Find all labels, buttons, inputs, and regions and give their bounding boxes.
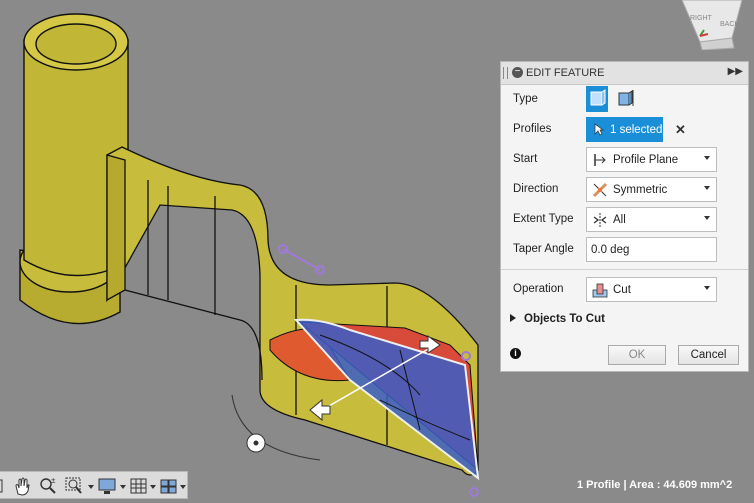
operation-value: Cut [613, 283, 631, 296]
row-taper-angle: Taper Angle 0.0 deg [501, 235, 748, 265]
panel-header[interactable]: − EDIT FEATURE ▶▶ [501, 62, 748, 85]
profiles-value: 1 selected [610, 123, 663, 136]
zoom-window-icon[interactable] [64, 476, 94, 496]
extent-value: All [613, 213, 626, 226]
info-icon[interactable]: i [510, 348, 521, 359]
row-direction: Direction Symmetric [501, 175, 748, 205]
taper-angle-label: Taper Angle [513, 243, 574, 255]
cursor-arrow-icon [594, 123, 604, 136]
chevron-down-icon [704, 186, 710, 190]
extent-type-label: Extent Type [513, 213, 574, 225]
viewcube-right-label: RIGHT [690, 15, 713, 22]
viewports-icon[interactable] [160, 476, 186, 496]
divider [501, 269, 748, 270]
svg-text:±: ± [51, 476, 56, 485]
chevron-down-icon [704, 286, 710, 290]
type-two-sides-button[interactable] [614, 86, 636, 112]
row-operation: Operation Cut [501, 275, 748, 305]
panel-title: EDIT FEATURE [526, 67, 605, 79]
expand-panel-icon[interactable]: ▶▶ [728, 66, 743, 77]
start-value: Profile Plane [613, 153, 679, 166]
extent-type-dropdown[interactable]: All [586, 207, 717, 232]
objects-to-cut-label: Objects To Cut [524, 313, 605, 325]
chevron-down-icon [180, 485, 186, 489]
start-label: Start [513, 153, 538, 165]
row-type: Type [501, 85, 748, 115]
chevron-down-icon [150, 485, 156, 489]
direction-dropdown[interactable]: Symmetric [586, 177, 717, 202]
direction-label: Direction [513, 183, 559, 195]
chevron-down-icon [704, 156, 710, 160]
type-one-side-button[interactable] [586, 86, 608, 112]
operation-label: Operation [513, 283, 564, 295]
profiles-label: Profiles [513, 123, 552, 135]
direction-value: Symmetric [613, 183, 668, 196]
row-profiles: Profiles 1 selected ✕ [501, 115, 748, 145]
cancel-button[interactable]: Cancel [678, 345, 739, 365]
row-start: Start Profile Plane [501, 145, 748, 175]
pan-hand-icon[interactable] [12, 476, 32, 496]
expand-triangle-icon [510, 314, 516, 322]
taper-angle-value: 0.0 deg [591, 243, 630, 256]
cut-icon [592, 283, 608, 297]
chevron-down-icon [120, 485, 126, 489]
type-label: Type [513, 93, 538, 105]
extrude-two-sides-icon [618, 90, 634, 106]
row-extent-type: Extent Type All [501, 205, 748, 235]
objects-to-cut-expander[interactable]: Objects To Cut [510, 313, 605, 325]
grid-settings-icon[interactable] [130, 476, 156, 496]
zoom-icon[interactable]: ± [38, 476, 58, 496]
symmetric-icon [592, 182, 608, 197]
sketch-line-handle[interactable] [278, 244, 325, 275]
chevron-down-icon [704, 216, 710, 220]
status-readout: 1 Profile | Area : 44.609 mm^2 [577, 479, 733, 491]
viewcube-back-label: BACK [720, 21, 739, 28]
extrude-one-side-icon [590, 89, 606, 106]
display-settings-icon[interactable] [98, 476, 126, 496]
clear-selection-icon[interactable]: ✕ [675, 122, 686, 138]
extent-all-icon [593, 212, 607, 227]
taper-angle-input[interactable]: 0.0 deg [586, 237, 717, 262]
start-dropdown[interactable]: Profile Plane [586, 147, 717, 172]
edit-feature-panel: − EDIT FEATURE ▶▶ Type Profiles 1 select… [500, 61, 749, 372]
profiles-select-button[interactable]: 1 selected [586, 117, 663, 142]
navigation-toolbar: ± [0, 471, 188, 499]
operation-dropdown[interactable]: Cut [586, 277, 717, 302]
chevron-down-icon [88, 485, 94, 489]
orbit-icon[interactable] [0, 476, 6, 496]
profile-plane-icon [594, 153, 606, 166]
view-cube[interactable]: RIGHT BACK [672, 0, 754, 50]
ok-button[interactable]: OK [608, 345, 666, 365]
drag-grip-icon[interactable] [503, 67, 508, 79]
sketch-point[interactable] [469, 487, 479, 497]
collapse-icon[interactable]: − [512, 67, 523, 78]
